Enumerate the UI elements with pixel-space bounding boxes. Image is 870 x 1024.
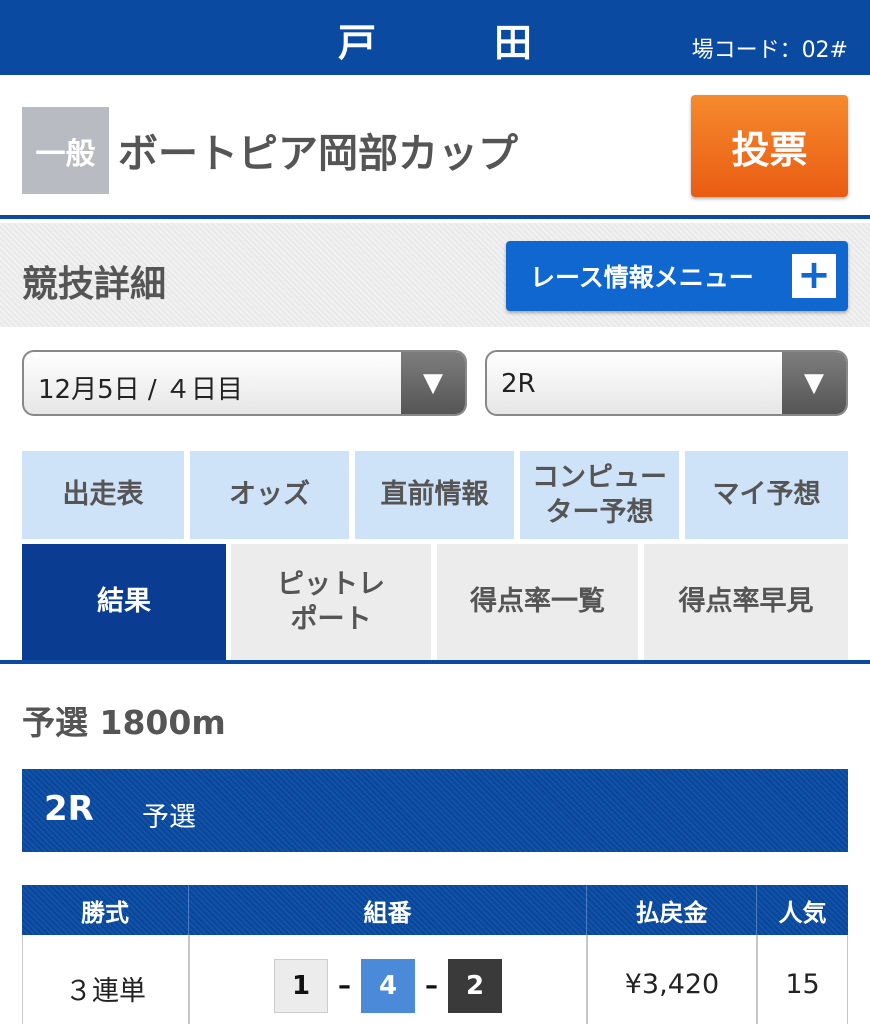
grade-badge: 一般 bbox=[22, 107, 109, 194]
race-title: ボートピア岡部カップ bbox=[118, 131, 518, 177]
tab-odds[interactable]: オッズ bbox=[190, 451, 349, 539]
race-type: 予選 bbox=[142, 802, 196, 833]
detail-band: 競技詳細 レース情報メニュー + bbox=[0, 223, 870, 327]
combo-separator: – bbox=[425, 971, 438, 1001]
tab-score-rate-quick[interactable]: 得点率早見 bbox=[644, 544, 848, 660]
race-number: 2R bbox=[44, 789, 94, 829]
tab-pre-race-info[interactable]: 直前情報 bbox=[355, 451, 514, 539]
combination-boxes: 1 – 4 – 2 bbox=[274, 959, 502, 1013]
race-info-menu-label: レース情報メニュー bbox=[530, 263, 754, 292]
plus-icon: + bbox=[792, 254, 836, 298]
tab-pit-report[interactable]: ピットレ ポート bbox=[231, 544, 431, 660]
section-title: 予選 1800m bbox=[22, 703, 226, 742]
cell-bet-type: ３連単 bbox=[22, 935, 189, 1024]
header-bet-type: 勝式 bbox=[22, 885, 189, 935]
chevron-down-icon: ▼ bbox=[782, 352, 846, 414]
race-select[interactable]: 2R ▼ bbox=[485, 350, 848, 416]
cell-popularity: 15 bbox=[757, 935, 848, 1024]
header-payout: 払戻金 bbox=[587, 885, 757, 935]
vote-button[interactable]: 投票 bbox=[691, 95, 848, 197]
cell-payout: ¥3,420 bbox=[587, 935, 757, 1024]
chevron-down-icon: ▼ bbox=[401, 352, 465, 414]
race-select-value: 2R bbox=[501, 369, 536, 399]
tab-results[interactable]: 結果 bbox=[22, 544, 226, 660]
race-header: 一般 ボートピア岡部カップ 投票 bbox=[0, 75, 870, 219]
date-select[interactable]: 12月5日 / ４日目 ▼ bbox=[22, 350, 467, 416]
race-bar: 2R 予選 bbox=[22, 769, 848, 852]
race-info-menu-button[interactable]: レース情報メニュー + bbox=[506, 241, 848, 311]
header-combination: 組番 bbox=[189, 885, 587, 935]
venue-header: 戸 田 場コード：02# bbox=[0, 0, 870, 75]
boat-number-box: 4 bbox=[361, 959, 415, 1013]
tabs-divider bbox=[0, 660, 870, 664]
cell-combination: 1 – 4 – 2 bbox=[189, 935, 587, 1024]
header-popularity: 人気 bbox=[757, 885, 848, 935]
boat-number-box: 1 bbox=[274, 959, 328, 1013]
detail-title: 競技詳細 bbox=[22, 264, 167, 305]
tab-my-prediction[interactable]: マイ予想 bbox=[685, 451, 848, 539]
venue-code: 場コード：02# bbox=[691, 38, 848, 63]
date-select-value: 12月5日 / ４日目 bbox=[38, 375, 243, 405]
boat-number-box: 2 bbox=[448, 959, 502, 1013]
tab-score-rate-list[interactable]: 得点率一覧 bbox=[437, 544, 638, 660]
tab-computer-prediction[interactable]: コンピュー ター予想 bbox=[520, 451, 679, 539]
tab-entry-list[interactable]: 出走表 bbox=[22, 451, 184, 539]
combo-separator: – bbox=[338, 971, 351, 1001]
